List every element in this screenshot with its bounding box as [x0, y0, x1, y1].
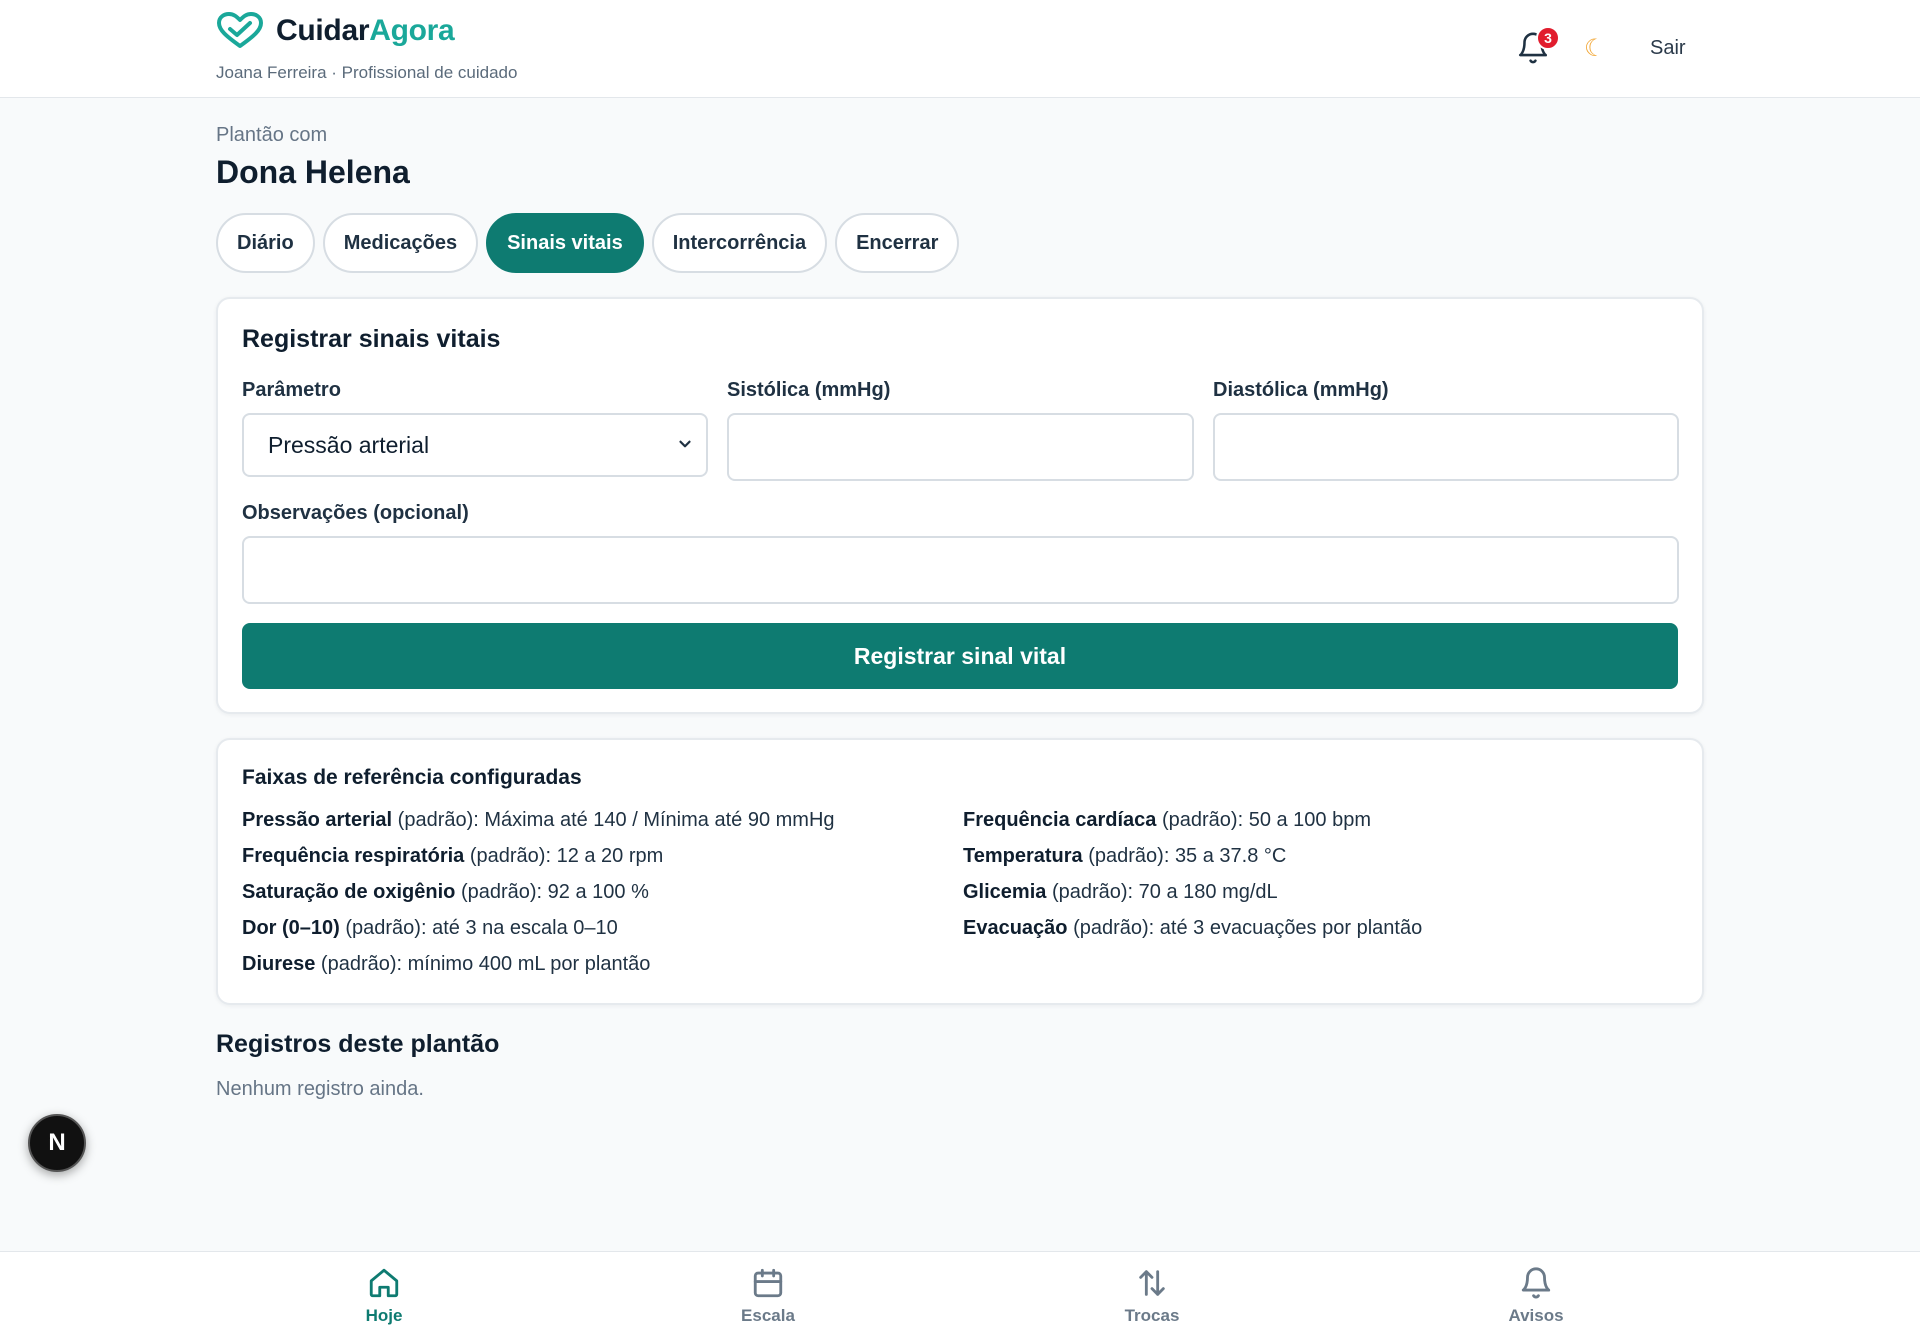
swap-arrows-icon	[1139, 1270, 1165, 1296]
tab-medicacoes[interactable]: Medicações	[322, 213, 479, 273]
home-icon	[369, 1268, 399, 1298]
user-line: Joana Ferreira · Profissional de cuidado	[216, 63, 518, 82]
nav-item-trocas[interactable]: Trocas	[1092, 1266, 1212, 1326]
reference-item-desc: (padrão): Máxima até 140 / Mínima até 90…	[392, 809, 835, 831]
reference-item: Saturação de oxigênio (padrão): 92 a 100…	[242, 878, 835, 914]
logout-button[interactable]: Sair	[1650, 37, 1686, 60]
page-eyebrow: Plantão com	[216, 124, 328, 146]
nav-item-escala[interactable]: Escala	[708, 1266, 828, 1326]
reference-item-desc: (padrão): 12 a 20 rpm	[464, 845, 664, 867]
chevron-down-icon	[679, 440, 691, 448]
theme-toggle-moon-icon[interactable]: ☾	[1584, 34, 1606, 63]
reference-item-name: Dor (0–10)	[242, 917, 340, 939]
records-empty-text: Nenhum registro ainda.	[216, 1078, 424, 1100]
systolic-label: Sistólica (mmHg)	[727, 379, 891, 401]
parameter-select[interactable]: Pressão arterial	[242, 413, 708, 477]
heart-check-logo-icon	[217, 12, 263, 48]
reference-item: Pressão arterial (padrão): Máxima até 14…	[242, 806, 835, 842]
register-vital-button[interactable]: Registrar sinal vital	[242, 623, 1678, 689]
reference-item-name: Temperatura	[963, 845, 1083, 867]
tab-encerrar[interactable]: Encerrar	[835, 213, 960, 273]
nav-item-label: Avisos	[1508, 1306, 1564, 1325]
bottom-nav: Hoje Escala Trocas Avisos	[0, 1251, 1920, 1340]
reference-item-name: Evacuação	[963, 917, 1068, 939]
reference-item-desc: (padrão): até 3 na escala 0–10	[339, 917, 618, 939]
reference-item: Diurese (padrão): mínimo 400 mL por plan…	[242, 950, 835, 986]
nav-item-avisos[interactable]: Avisos	[1476, 1266, 1596, 1326]
diastolic-label: Diastólica (mmHg)	[1213, 379, 1389, 401]
nav-item-label: Escala	[741, 1306, 795, 1325]
reference-item-desc: (padrão): mínimo 400 mL por plantão	[315, 953, 651, 975]
page-title: Dona Helena	[216, 154, 410, 190]
brand-name-part2: Agora	[369, 14, 455, 47]
top-header: CuidarAgora Joana Ferreira · Profissiona…	[0, 0, 1920, 98]
form-title: Registrar sinais vitais	[242, 325, 501, 353]
nav-item-hoje[interactable]: Hoje	[324, 1266, 444, 1326]
tab-sinais-vitais[interactable]: Sinais vitais	[486, 213, 644, 273]
reference-item: Frequência cardíaca (padrão): 50 a 100 b…	[963, 806, 1422, 842]
reference-item: Dor (0–10) (padrão): até 3 na escala 0–1…	[242, 914, 835, 950]
reference-item-name: Saturação de oxigênio	[242, 881, 456, 903]
reference-item-name: Frequência cardíaca	[963, 809, 1157, 831]
reference-item-name: Frequência respiratória	[242, 845, 465, 867]
calendar-icon	[753, 1268, 783, 1298]
vitals-form-card: Registrar sinais vitais Parâmetro Pressã…	[216, 297, 1704, 714]
reference-list-right: Frequência cardíaca (padrão): 50 a 100 b…	[963, 806, 1422, 950]
records-title: Registros deste plantão	[216, 1030, 500, 1058]
reference-item-name: Glicemia	[963, 881, 1047, 903]
parameter-label: Parâmetro	[242, 379, 341, 401]
brand-name-part1: Cuidar	[276, 14, 370, 47]
reference-item-desc: (padrão): 35 a 37.8 °C	[1082, 845, 1287, 867]
reference-list-left: Pressão arterial (padrão): Máxima até 14…	[242, 806, 835, 986]
notes-label: Observações (opcional)	[242, 502, 469, 524]
nav-item-label: Trocas	[1124, 1306, 1180, 1325]
tab-intercorrencia[interactable]: Intercorrência	[651, 213, 828, 273]
reference-item: Evacuação (padrão): até 3 evacuações por…	[963, 914, 1422, 950]
notifications-count-badge: 3	[1536, 26, 1560, 50]
reference-item-name: Diurese	[242, 953, 316, 975]
diastolic-input[interactable]	[1213, 413, 1679, 481]
brand-name: CuidarAgora	[276, 14, 455, 48]
reference-item: Temperatura (padrão): 35 a 37.8 °C	[963, 842, 1422, 878]
reference-item-desc: (padrão): 70 a 180 mg/dL	[1046, 881, 1278, 903]
brand[interactable]: CuidarAgora	[216, 12, 455, 50]
shift-tabs: Diário Medicações Sinais vitais Intercor…	[216, 213, 960, 273]
reference-ranges-card: Faixas de referência configuradas Pressã…	[216, 738, 1704, 1005]
reference-item-desc: (padrão): 92 a 100 %	[455, 881, 649, 903]
reference-item: Frequência respiratória (padrão): 12 a 2…	[242, 842, 835, 878]
notifications-button[interactable]: 3	[1516, 26, 1560, 70]
reference-item-name: Pressão arterial	[242, 809, 393, 831]
dev-tools-n-button[interactable]: N	[28, 1114, 86, 1172]
tab-diario[interactable]: Diário	[216, 213, 315, 273]
bell-icon	[1521, 1267, 1551, 1299]
parameter-select-value: Pressão arterial	[268, 431, 430, 458]
reference-item: Glicemia (padrão): 70 a 180 mg/dL	[963, 878, 1422, 914]
nav-item-label: Hoje	[365, 1306, 403, 1325]
reference-item-desc: (padrão): até 3 evacuações por plantão	[1067, 917, 1423, 939]
reference-item-desc: (padrão): 50 a 100 bpm	[1156, 809, 1372, 831]
reference-title: Faixas de referência configuradas	[242, 766, 582, 789]
notes-input[interactable]	[242, 536, 1679, 604]
systolic-input[interactable]	[727, 413, 1194, 481]
